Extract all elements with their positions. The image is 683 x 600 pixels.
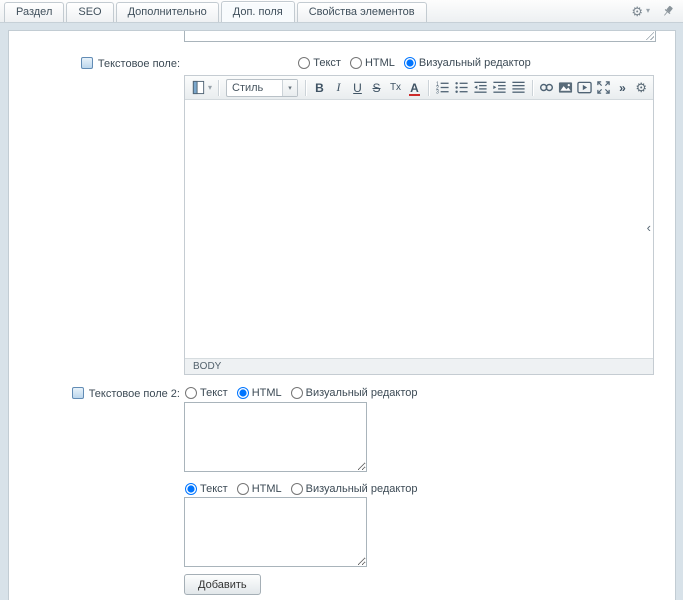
- field2-label: Текстовое поле 2:: [9, 387, 180, 400]
- tab-razdel[interactable]: Раздел: [4, 2, 64, 22]
- link-icon: [539, 80, 554, 95]
- settings-menu-button[interactable]: ⚙ ▾: [631, 5, 650, 18]
- insert-snippet-button[interactable]: ▾: [189, 80, 214, 95]
- indent-button[interactable]: [490, 78, 509, 97]
- justify-button[interactable]: [509, 78, 528, 97]
- toolbar-separator: [428, 80, 429, 96]
- ordered-list-icon: 123: [435, 80, 450, 95]
- toolbar-separator: [532, 80, 533, 96]
- field1-label: Текстовое поле:: [9, 57, 180, 70]
- radio-label: Текст: [200, 483, 228, 495]
- radio-mode-html[interactable]: HTML: [237, 387, 282, 399]
- chevron-down-icon: ▾: [282, 80, 297, 96]
- clear-format-button[interactable]: Tx: [386, 78, 405, 97]
- radio-input-visual[interactable]: [291, 387, 303, 399]
- link-button[interactable]: [537, 78, 556, 97]
- ordered-list-button[interactable]: 123: [433, 78, 452, 97]
- radio-mode-text[interactable]: Текст: [185, 483, 228, 495]
- unordered-list-icon: [454, 80, 469, 95]
- field1-label-text: Текстовое поле:: [98, 58, 180, 70]
- radio-input-visual[interactable]: [291, 483, 303, 495]
- field1-mode-switch: Текст HTML Визуальный редактор: [184, 57, 654, 69]
- tab-bar: Раздел SEO Дополнительно Доп. поля Свойс…: [0, 0, 683, 23]
- italic-button[interactable]: I: [329, 78, 348, 97]
- radio-label: HTML: [252, 387, 282, 399]
- style-select[interactable]: Стиль ▾: [226, 79, 298, 97]
- text-color-button[interactable]: A: [405, 78, 424, 97]
- fullscreen-button[interactable]: [594, 78, 613, 97]
- radio-input-text[interactable]: [298, 57, 310, 69]
- outdent-icon: [473, 80, 488, 95]
- video-icon: [577, 80, 592, 95]
- underline-button[interactable]: U: [348, 78, 367, 97]
- template-icon: [191, 80, 206, 95]
- image-button[interactable]: [556, 78, 575, 97]
- radio-input-text[interactable]: [185, 483, 197, 495]
- video-button[interactable]: [575, 78, 594, 97]
- svg-text:3: 3: [436, 90, 439, 95]
- chevron-down-icon: ▾: [208, 84, 212, 92]
- editor-toolbar: ▾ Стиль ▾ B I U S Tx A 123: [185, 76, 653, 100]
- radio-mode-html[interactable]: HTML: [350, 57, 395, 69]
- justify-icon: [511, 80, 526, 95]
- indent-icon: [492, 80, 507, 95]
- radio-input-html[interactable]: [237, 387, 249, 399]
- field2-label-text: Текстовое поле 2:: [89, 388, 180, 400]
- more-tools-button[interactable]: »: [613, 78, 632, 97]
- tab-actions: ⚙ ▾: [631, 4, 675, 18]
- tab-dop-polya[interactable]: Доп. поля: [221, 1, 295, 22]
- editor-settings-button[interactable]: ⚙: [635, 81, 647, 94]
- field2-textarea-2[interactable]: [184, 497, 367, 567]
- toolbar-separator: [218, 80, 219, 96]
- collapse-panel-arrow[interactable]: ‹: [647, 220, 651, 235]
- radio-mode-visual[interactable]: Визуальный редактор: [291, 387, 418, 399]
- tab-dopolnitelno[interactable]: Дополнительно: [116, 2, 219, 22]
- radio-mode-html[interactable]: HTML: [237, 483, 282, 495]
- radio-mode-visual[interactable]: Визуальный редактор: [291, 483, 418, 495]
- radio-label: HTML: [252, 483, 282, 495]
- editor-content-area[interactable]: ‹: [185, 100, 653, 358]
- admin-page: Раздел SEO Дополнительно Доп. поля Свойс…: [0, 0, 683, 600]
- radio-label: HTML: [365, 57, 395, 69]
- tab-seo[interactable]: SEO: [66, 2, 113, 22]
- radio-input-text[interactable]: [185, 387, 197, 399]
- resize-grip[interactable]: [645, 31, 654, 40]
- status-path[interactable]: BODY: [193, 361, 221, 372]
- toolbar-separator: [305, 80, 306, 96]
- chevron-down-icon: ▾: [646, 7, 650, 15]
- radio-label: Визуальный редактор: [306, 483, 418, 495]
- radio-label: Визуальный редактор: [419, 57, 531, 69]
- bold-button[interactable]: B: [310, 78, 329, 97]
- gear-icon: ⚙: [631, 5, 643, 18]
- field2-textarea-1[interactable]: [184, 402, 367, 472]
- radio-label: Текст: [313, 57, 341, 69]
- radio-mode-text[interactable]: Текст: [298, 57, 341, 69]
- radio-input-visual[interactable]: [404, 57, 416, 69]
- fullscreen-icon: [596, 80, 611, 95]
- outdent-button[interactable]: [471, 78, 490, 97]
- unordered-list-button[interactable]: [452, 78, 471, 97]
- form-panel: Текстовое поле: Текст HTML Визуальный ре…: [8, 30, 676, 600]
- pin-icon: [661, 4, 675, 18]
- radio-label: Текст: [200, 387, 228, 399]
- editor-status-bar: BODY: [185, 358, 653, 374]
- field2-row2-mode-switch: Текст HTML Визуальный редактор: [185, 483, 427, 495]
- tab-svoystva-elementov[interactable]: Свойства элементов: [297, 2, 427, 22]
- image-icon: [558, 80, 573, 95]
- visual-editor: ▾ Стиль ▾ B I U S Tx A 123: [184, 75, 654, 375]
- textarea-partial[interactable]: [184, 31, 656, 42]
- radio-label: Визуальный редактор: [306, 387, 418, 399]
- field2-row1-mode-switch: Текст HTML Визуальный редактор: [185, 387, 427, 399]
- strikethrough-button[interactable]: S: [367, 78, 386, 97]
- radio-input-html[interactable]: [350, 57, 362, 69]
- pin-button[interactable]: [661, 4, 675, 18]
- add-button[interactable]: Добавить: [184, 574, 261, 595]
- radio-mode-visual[interactable]: Визуальный редактор: [404, 57, 531, 69]
- radio-input-html[interactable]: [237, 483, 249, 495]
- style-select-value: Стиль: [227, 82, 282, 94]
- field-settings-icon[interactable]: [72, 387, 84, 399]
- field-settings-icon[interactable]: [81, 57, 93, 69]
- radio-mode-text[interactable]: Текст: [185, 387, 228, 399]
